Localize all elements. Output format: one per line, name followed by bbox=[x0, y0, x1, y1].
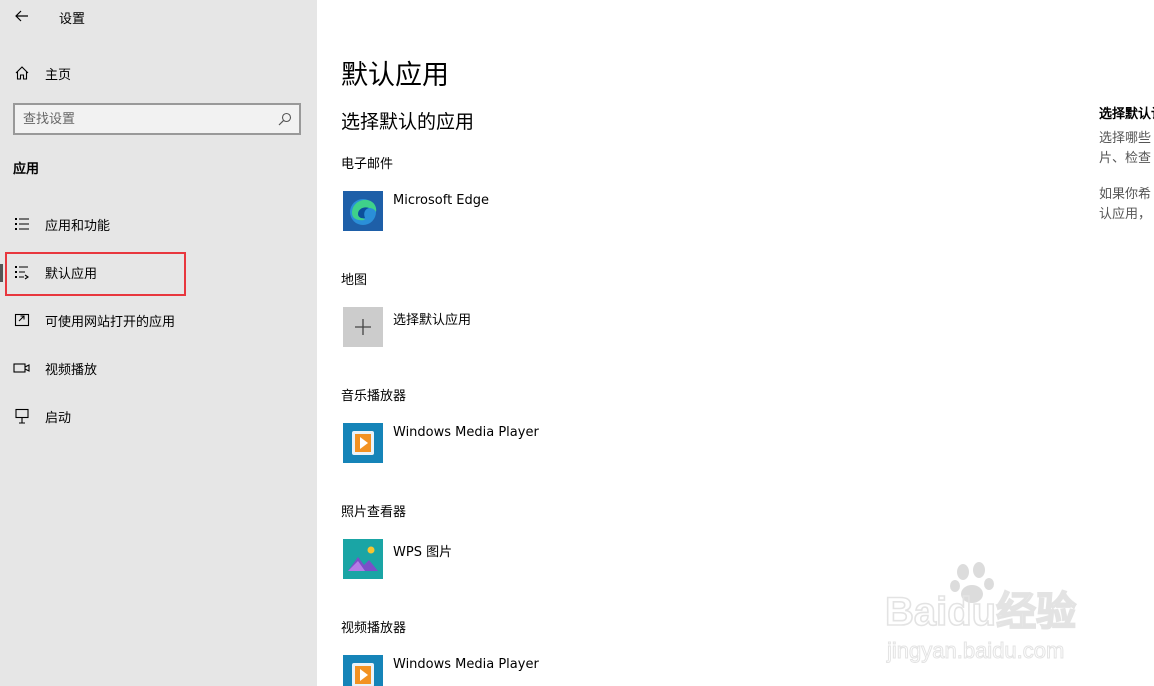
default-app-email[interactable]: Microsoft Edge bbox=[343, 191, 743, 231]
app-name: Microsoft Edge bbox=[393, 193, 490, 208]
page-title: 默认应用 bbox=[341, 60, 449, 91]
app-name: Windows Media Player bbox=[393, 425, 539, 440]
related-settings-title: 选择默认认 bbox=[1099, 107, 1154, 122]
windows-media-player-icon bbox=[343, 423, 383, 463]
microsoft-edge-icon bbox=[343, 191, 383, 231]
default-apps-icon bbox=[13, 263, 31, 281]
category-label-photo: 照片查看器 bbox=[341, 505, 407, 520]
category-label-music: 音乐播放器 bbox=[341, 389, 407, 404]
plus-icon bbox=[343, 307, 383, 347]
default-app-music[interactable]: Windows Media Player bbox=[343, 423, 743, 463]
related-text-line: 选择哪些 bbox=[1099, 131, 1152, 146]
related-text-line: 片、检查 bbox=[1099, 151, 1152, 166]
windows-media-player-icon bbox=[343, 655, 383, 686]
default-app-video[interactable]: Windows Media Player bbox=[343, 655, 743, 686]
main-content: 默认应用 选择默认的应用 电子邮件 Microsoft Edge 地图 选择默认… bbox=[317, 0, 1154, 686]
page-subtitle: 选择默认的应用 bbox=[341, 111, 475, 133]
search-box[interactable] bbox=[13, 103, 301, 135]
app-name: WPS 图片 bbox=[393, 545, 453, 560]
category-label-video: 视频播放器 bbox=[341, 621, 407, 636]
sidebar-item-apps-websites[interactable]: 可使用网站打开的应用 bbox=[0, 300, 317, 340]
default-app-photo[interactable]: WPS 图片 bbox=[343, 539, 743, 579]
sidebar-item-label: 应用和功能 bbox=[45, 218, 111, 234]
home-nav-item[interactable]: 主页 bbox=[0, 57, 317, 89]
sidebar-item-label: 可使用网站打开的应用 bbox=[45, 314, 176, 330]
startup-icon bbox=[13, 407, 31, 425]
home-label: 主页 bbox=[45, 67, 72, 83]
title-bar: 设置 bbox=[0, 0, 317, 34]
window-title: 设置 bbox=[59, 12, 86, 27]
related-text-line: 认应用， bbox=[1099, 207, 1152, 222]
search-icon[interactable] bbox=[278, 112, 292, 126]
sidebar: 设置 主页 应用 应用和功能 bbox=[0, 0, 317, 686]
related-text-line: 如果你希 bbox=[1099, 187, 1152, 202]
category-label-email: 电子邮件 bbox=[341, 157, 394, 172]
apps-features-icon bbox=[13, 215, 31, 233]
app-name: Windows Media Player bbox=[393, 657, 539, 672]
app-name: 选择默认应用 bbox=[393, 313, 472, 328]
default-app-maps[interactable]: 选择默认应用 bbox=[343, 307, 743, 347]
wps-picture-icon bbox=[343, 539, 383, 579]
sidebar-item-startup[interactable]: 启动 bbox=[0, 396, 317, 436]
back-arrow-icon bbox=[15, 10, 28, 22]
search-input[interactable] bbox=[23, 110, 273, 128]
apps-websites-icon bbox=[13, 311, 31, 329]
section-header: 应用 bbox=[13, 162, 40, 177]
category-label-maps: 地图 bbox=[341, 273, 368, 288]
sidebar-item-apps-features[interactable]: 应用和功能 bbox=[0, 204, 317, 244]
sidebar-item-label: 视频播放 bbox=[45, 362, 98, 378]
back-button[interactable] bbox=[10, 4, 34, 28]
video-playback-icon bbox=[13, 359, 31, 377]
home-icon bbox=[13, 64, 31, 82]
sidebar-item-default-apps[interactable]: 默认应用 bbox=[0, 252, 317, 292]
sidebar-item-video-playback[interactable]: 视频播放 bbox=[0, 348, 317, 388]
sidebar-item-label: 默认应用 bbox=[45, 266, 98, 282]
sidebar-item-label: 启动 bbox=[45, 410, 72, 426]
